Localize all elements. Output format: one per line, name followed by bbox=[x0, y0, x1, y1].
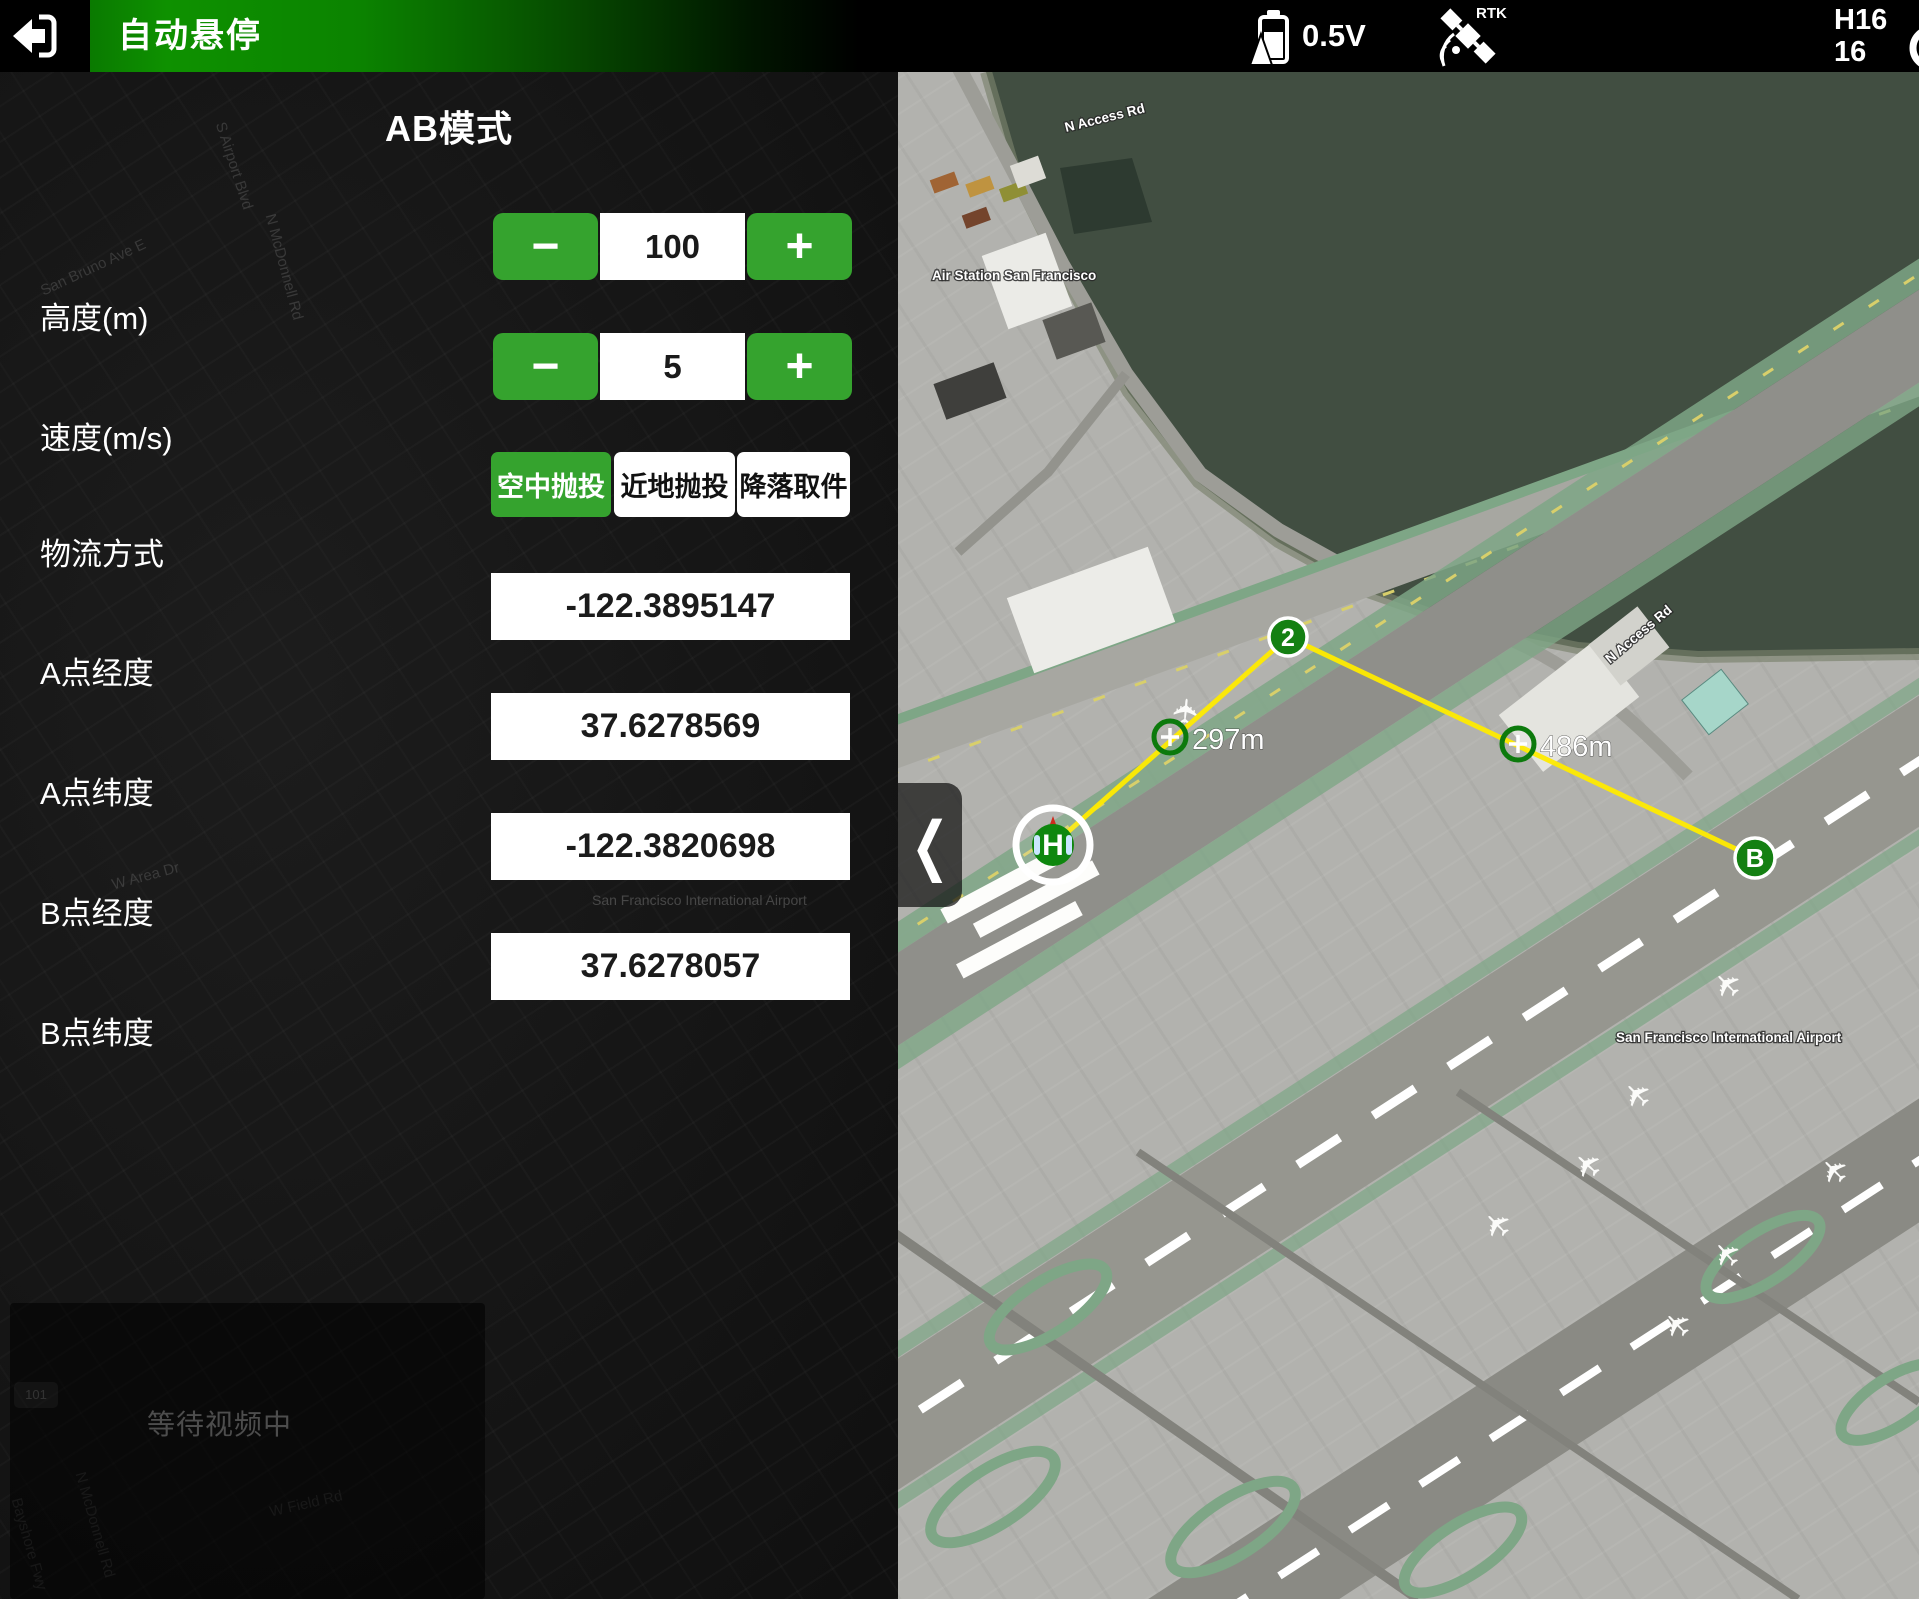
altitude-value-field[interactable]: 100 bbox=[600, 213, 745, 280]
mode-title: 自动悬停 bbox=[118, 0, 262, 72]
back-button[interactable] bbox=[8, 10, 62, 62]
top-status-bar: 自动悬停 0.5V RTK H1616 bbox=[0, 0, 1919, 72]
waypoint-2-label: 2 bbox=[1281, 624, 1295, 652]
map-label-air-station: Air Station San Francisco bbox=[932, 268, 1096, 283]
topbar-title-band: 自动悬停 bbox=[90, 0, 860, 72]
rtk-status-text: H1616 bbox=[1834, 4, 1887, 68]
logistics-option-land-pickup[interactable]: 降落取件 bbox=[737, 452, 850, 517]
plus-icon: + bbox=[785, 223, 813, 271]
satellite-map[interactable]: ✈ ✈ ✈ ✈ ✈ ✈ ✈ ✈ N Access Rd Air Station … bbox=[898, 72, 1919, 1599]
distance-label-1: 297m bbox=[1192, 724, 1265, 756]
faint-street-label: San Bruno Ave E bbox=[38, 236, 148, 300]
waypoint-b-marker[interactable]: B bbox=[1735, 838, 1775, 878]
point-b-longitude-label: B点经度 bbox=[40, 894, 154, 934]
point-b-latitude-label: B点纬度 bbox=[40, 1014, 154, 1054]
svg-text:✈: ✈ bbox=[1475, 1200, 1522, 1247]
faint-airport-label: San Francisco International Airport bbox=[592, 892, 807, 908]
point-a-longitude-label: A点经度 bbox=[40, 654, 154, 694]
speed-label: 速度(m/s) bbox=[40, 419, 173, 459]
altitude-decrease-button[interactable]: − bbox=[493, 213, 598, 280]
point-a-latitude-label: A点纬度 bbox=[40, 774, 154, 814]
logistics-option-near-ground-drop[interactable]: 近地抛投 bbox=[614, 452, 735, 517]
map-label-airport: San Francisco International Airport bbox=[1616, 1030, 1842, 1045]
point-b-latitude-field[interactable]: 37.6278057 bbox=[491, 933, 850, 1000]
rtk-satellite-icon: RTK bbox=[1428, 2, 1518, 72]
point-a-longitude-field[interactable]: -122.3895147 bbox=[491, 573, 850, 640]
waypoint-b-label: B bbox=[1746, 843, 1765, 873]
distance-label-2: 486m bbox=[1540, 731, 1613, 763]
home-marker[interactable]: H bbox=[1016, 808, 1090, 882]
svg-text:RTK: RTK bbox=[1476, 5, 1507, 22]
video-feed-placeholder: 等待视频中 bbox=[10, 1303, 485, 1599]
svg-text:✈: ✈ bbox=[1615, 1070, 1662, 1117]
back-arrow-icon bbox=[8, 10, 62, 62]
chevron-left-icon: ❮ bbox=[911, 807, 950, 883]
home-marker-label: H bbox=[1042, 829, 1064, 862]
minus-icon: − bbox=[531, 223, 559, 271]
altitude-increase-button[interactable]: + bbox=[747, 213, 852, 280]
battery-icon bbox=[1248, 8, 1296, 68]
speed-decrease-button[interactable]: − bbox=[493, 333, 598, 400]
speed-value-field[interactable]: 5 bbox=[600, 333, 745, 400]
battery-voltage-text: 0.5V bbox=[1302, 0, 1366, 72]
panel-collapse-button[interactable]: ❮ bbox=[898, 783, 962, 907]
point-b-longitude-field[interactable]: -122.3820698 bbox=[491, 813, 850, 880]
mission-settings-panel: S Airport Blvd N McDonnell Rd San Bruno … bbox=[0, 72, 898, 1599]
speed-increase-button[interactable]: + bbox=[747, 333, 852, 400]
minus-icon: − bbox=[531, 343, 559, 391]
faint-street-label: N McDonnell Rd bbox=[262, 212, 307, 322]
faint-street-label: W Area Dr bbox=[110, 859, 181, 893]
altitude-label: 高度(m) bbox=[40, 299, 148, 339]
logistics-option-air-drop[interactable]: 空中抛投 bbox=[491, 452, 611, 517]
page-title: AB模式 bbox=[0, 100, 898, 152]
svg-text:✈: ✈ bbox=[1565, 1141, 1612, 1188]
point-a-latitude-field[interactable]: 37.6278569 bbox=[491, 693, 850, 760]
video-status-text: 等待视频中 bbox=[147, 1403, 292, 1443]
plus-icon: + bbox=[785, 343, 813, 391]
logistics-mode-label: 物流方式 bbox=[40, 535, 164, 575]
clipped-status-icon bbox=[1902, 24, 1919, 72]
waypoint-2-marker[interactable]: 2 bbox=[1269, 618, 1307, 656]
